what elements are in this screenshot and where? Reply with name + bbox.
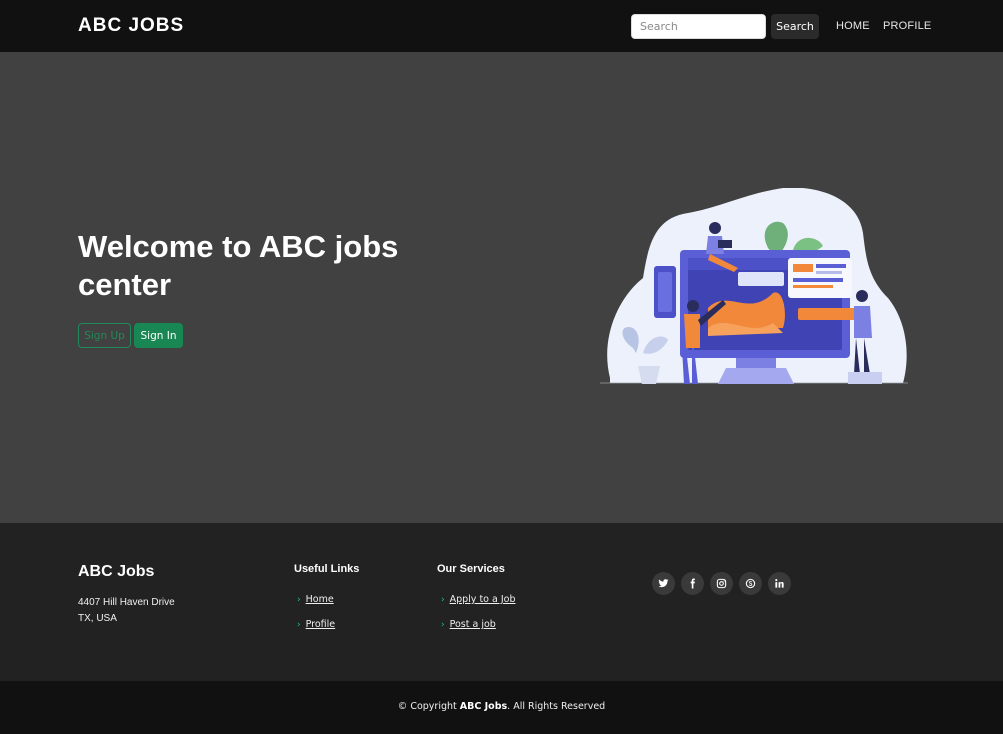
- copyright-text: © Copyright ABC Jobs. All Rights Reserve…: [0, 701, 1003, 712]
- search-input[interactable]: [631, 14, 766, 39]
- brand-logo[interactable]: ABC JOBS: [78, 15, 184, 37]
- hero-title: Welcome to ABC jobs center: [78, 229, 399, 302]
- useful-links-list: › Home › Profile: [297, 587, 335, 637]
- social-links: [652, 572, 791, 595]
- address-line-1: 4407 Hill Haven Drive: [78, 597, 175, 608]
- useful-links-title: Useful Links: [294, 563, 360, 575]
- instagram-icon[interactable]: [710, 572, 733, 595]
- twitter-icon[interactable]: [652, 572, 675, 595]
- chevron-right-icon: ›: [441, 594, 445, 605]
- top-navbar: ABC JOBS Search HOME PROFILE: [0, 0, 1003, 52]
- list-item: › Post a job: [441, 612, 516, 637]
- footer-link-post-job[interactable]: Post a job: [450, 619, 496, 630]
- list-item: › Home: [297, 587, 335, 612]
- list-item: › Apply to a Job: [441, 587, 516, 612]
- skype-icon[interactable]: [739, 572, 762, 595]
- our-services-title: Our Services: [437, 563, 505, 575]
- linkedin-icon[interactable]: [768, 572, 791, 595]
- services-list: › Apply to a Job › Post a job: [441, 587, 516, 637]
- chevron-right-icon: ›: [297, 619, 301, 630]
- jobs-dashboard-illustration-icon: [600, 188, 908, 384]
- footer: ABC Jobs 4407 Hill Haven Drive TX, USA U…: [0, 523, 1003, 681]
- copyright-brand: ABC Jobs: [459, 701, 508, 712]
- list-item: › Profile: [297, 612, 335, 637]
- sign-up-button[interactable]: Sign Up: [78, 323, 131, 348]
- nav-home-link[interactable]: HOME: [836, 20, 870, 32]
- nav-profile-link[interactable]: PROFILE: [883, 20, 931, 32]
- footer-link-apply-job[interactable]: Apply to a Job: [450, 594, 516, 605]
- hero-section: Welcome to ABC jobs center Sign Up Sign …: [0, 52, 1003, 523]
- footer-brand: ABC Jobs: [78, 563, 155, 580]
- footer-link-home[interactable]: Home: [306, 594, 334, 605]
- footer-address: 4407 Hill Haven Drive TX, USA: [78, 595, 175, 627]
- chevron-right-icon: ›: [297, 594, 301, 605]
- search-button[interactable]: Search: [771, 14, 819, 39]
- copyright-prefix: © Copyright: [397, 701, 460, 712]
- address-line-2: TX, USA: [78, 613, 117, 624]
- facebook-icon[interactable]: [681, 572, 704, 595]
- sign-in-button[interactable]: Sign In: [134, 323, 183, 348]
- copyright-suffix: . All Rights Reserved: [507, 701, 606, 712]
- footer-link-profile[interactable]: Profile: [306, 619, 336, 630]
- copyright-bar: © Copyright ABC Jobs. All Rights Reserve…: [0, 681, 1003, 734]
- chevron-right-icon: ›: [441, 619, 445, 630]
